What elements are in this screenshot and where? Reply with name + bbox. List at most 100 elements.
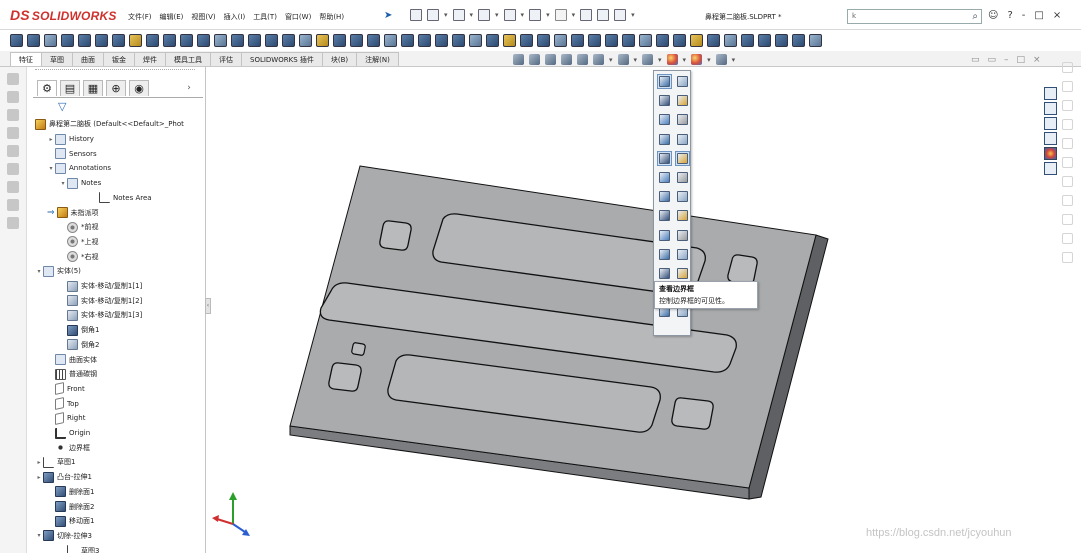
open-icon[interactable] [452,9,465,21]
strip-icon[interactable] [7,127,19,139]
tree-item[interactable]: ⇒ 未指派项 [47,206,99,220]
command-tab[interactable]: SOLIDWORKS 插件 [241,52,323,66]
center-of-mass-icon[interactable] [675,132,690,147]
feature-command-icon[interactable] [333,34,346,47]
dropdown-icon[interactable]: ▾ [683,56,687,64]
dimension-names-icon[interactable] [657,208,672,223]
dropdown-icon[interactable]: ▾ [631,11,635,19]
tree-item[interactable]: 边界框 [47,441,90,455]
strip-icon[interactable] [7,145,19,157]
feature-command-icon[interactable] [384,34,397,47]
search-input[interactable]: k [852,12,856,20]
feature-command-icon[interactable] [350,34,363,47]
ghost-tool-icon[interactable] [1062,214,1073,225]
command-tab[interactable]: 曲面 [72,52,104,66]
strip-icon[interactable] [7,217,19,229]
feature-command-icon[interactable] [61,34,74,47]
points-icon[interactable] [675,112,690,127]
tree-item[interactable]: 删除面2 [47,500,94,514]
dropdown-icon[interactable]: ▾ [444,11,448,19]
3d-sketches-icon[interactable] [675,170,690,185]
tree-item[interactable]: ▾ 切除-拉伸3 [35,529,92,543]
feature-command-icon[interactable] [792,34,805,47]
hide-all-types-icon[interactable] [657,74,672,89]
display-manager-tab-icon[interactable]: ◉ [129,80,149,96]
coordinate-systems-icon[interactable] [657,132,672,147]
tree-item[interactable]: 倒角1 [59,323,99,337]
expand-toggle-icon[interactable]: ▾ [35,532,43,539]
command-tab[interactable]: 块(B) [321,52,358,66]
solidworks-logo[interactable]: DS SOLIDWORKS [10,7,117,23]
tree-item[interactable]: ▾ Annotations [47,161,111,175]
display-style-icon[interactable] [617,54,629,65]
file-properties-icon[interactable] [597,9,610,21]
feature-command-icon[interactable] [775,34,788,47]
tree-item[interactable]: 实体-移动/复制1[2] [59,294,142,308]
dropdown-icon[interactable]: ▾ [546,11,550,19]
viewport-minimize-icon[interactable]: – [1004,55,1009,65]
home-icon[interactable] [410,9,422,21]
tree-item[interactable]: 鼻程第二脑板 (Default<<Default>_Phot [27,117,184,131]
user-icon[interactable]: ☺ [988,10,998,21]
feature-command-icon[interactable] [146,34,159,47]
command-tab[interactable]: 草图 [41,52,73,66]
search-icon[interactable]: ⌕ [972,11,978,22]
expand-toggle-icon[interactable]: ▸ [35,474,43,481]
strip-icon[interactable] [7,181,19,193]
ghost-tool-icon[interactable] [1062,176,1073,187]
resources-home-icon[interactable] [1044,87,1057,100]
feature-command-icon[interactable] [435,34,448,47]
design-library-icon[interactable] [1044,102,1057,115]
ghost-tool-icon[interactable] [1062,62,1073,73]
viewport-close-icon[interactable]: × [1033,55,1041,65]
tree-item[interactable]: ▾ Notes [59,176,101,190]
expand-toggle-icon[interactable]: ▸ [35,459,43,466]
expand-toggle-icon[interactable]: ▾ [47,165,55,172]
decals-icon[interactable] [675,247,690,262]
feature-command-icon[interactable] [265,34,278,47]
tree-item[interactable]: *前视 [59,220,99,234]
feature-command-icon[interactable] [622,34,635,47]
menu-view[interactable]: 视图(V) [191,12,215,22]
dropdown-icon[interactable]: ▾ [732,56,736,64]
command-tab[interactable]: 注解(N) [356,52,399,66]
graphics-area[interactable] [211,67,1038,553]
dynamic-annotation-icon[interactable] [577,54,588,65]
axes-icon[interactable] [657,93,672,108]
menu-edit[interactable]: 编辑(E) [160,12,184,22]
feature-command-icon[interactable] [112,34,125,47]
options-gear-icon[interactable] [614,9,627,21]
temporary-axes-icon[interactable] [675,93,690,108]
feature-command-icon[interactable] [673,34,686,47]
viewport-restore-icon[interactable]: □ [1017,55,1026,65]
more-tabs-chevron-icon[interactable]: › [179,81,199,97]
command-tab[interactable]: 模具工具 [165,52,211,66]
feature-command-icon[interactable] [299,34,312,47]
menu-insert[interactable]: 插入(I) [224,12,246,22]
dropdown-icon[interactable]: ▾ [609,56,613,64]
dimxpert-tab-icon[interactable]: ⊕ [106,80,126,96]
tree-item[interactable]: 草图3 [59,544,99,553]
file-explorer-icon[interactable] [1044,117,1057,130]
close-button[interactable]: × [1053,10,1061,21]
tree-item[interactable]: ▸ 草图1 [35,455,75,469]
appearances-icon[interactable] [1044,147,1057,160]
planes-icon[interactable] [675,150,690,166]
tree-item[interactable]: ▾ 实体(5) [35,264,81,278]
menu-help[interactable]: 帮助(H) [319,12,344,22]
ghost-tool-icon[interactable] [1062,81,1073,92]
tree-item[interactable]: Front [47,382,85,396]
feature-command-icon[interactable] [316,34,329,47]
previous-view-icon[interactable] [545,54,556,65]
dropdown-icon[interactable]: ▾ [707,56,711,64]
feature-command-icon[interactable] [163,34,176,47]
tree-item[interactable]: *右视 [59,250,99,264]
custom-properties-icon[interactable] [1044,162,1057,175]
panel-grip[interactable] [35,69,195,70]
zoom-to-area-icon[interactable] [529,54,540,65]
ghost-tool-icon[interactable] [1062,252,1073,263]
traffic-light-icon[interactable] [580,9,593,21]
strip-icon[interactable] [7,109,19,121]
dropdown-icon[interactable]: ▾ [572,11,576,19]
grid-icon[interactable] [657,228,672,243]
